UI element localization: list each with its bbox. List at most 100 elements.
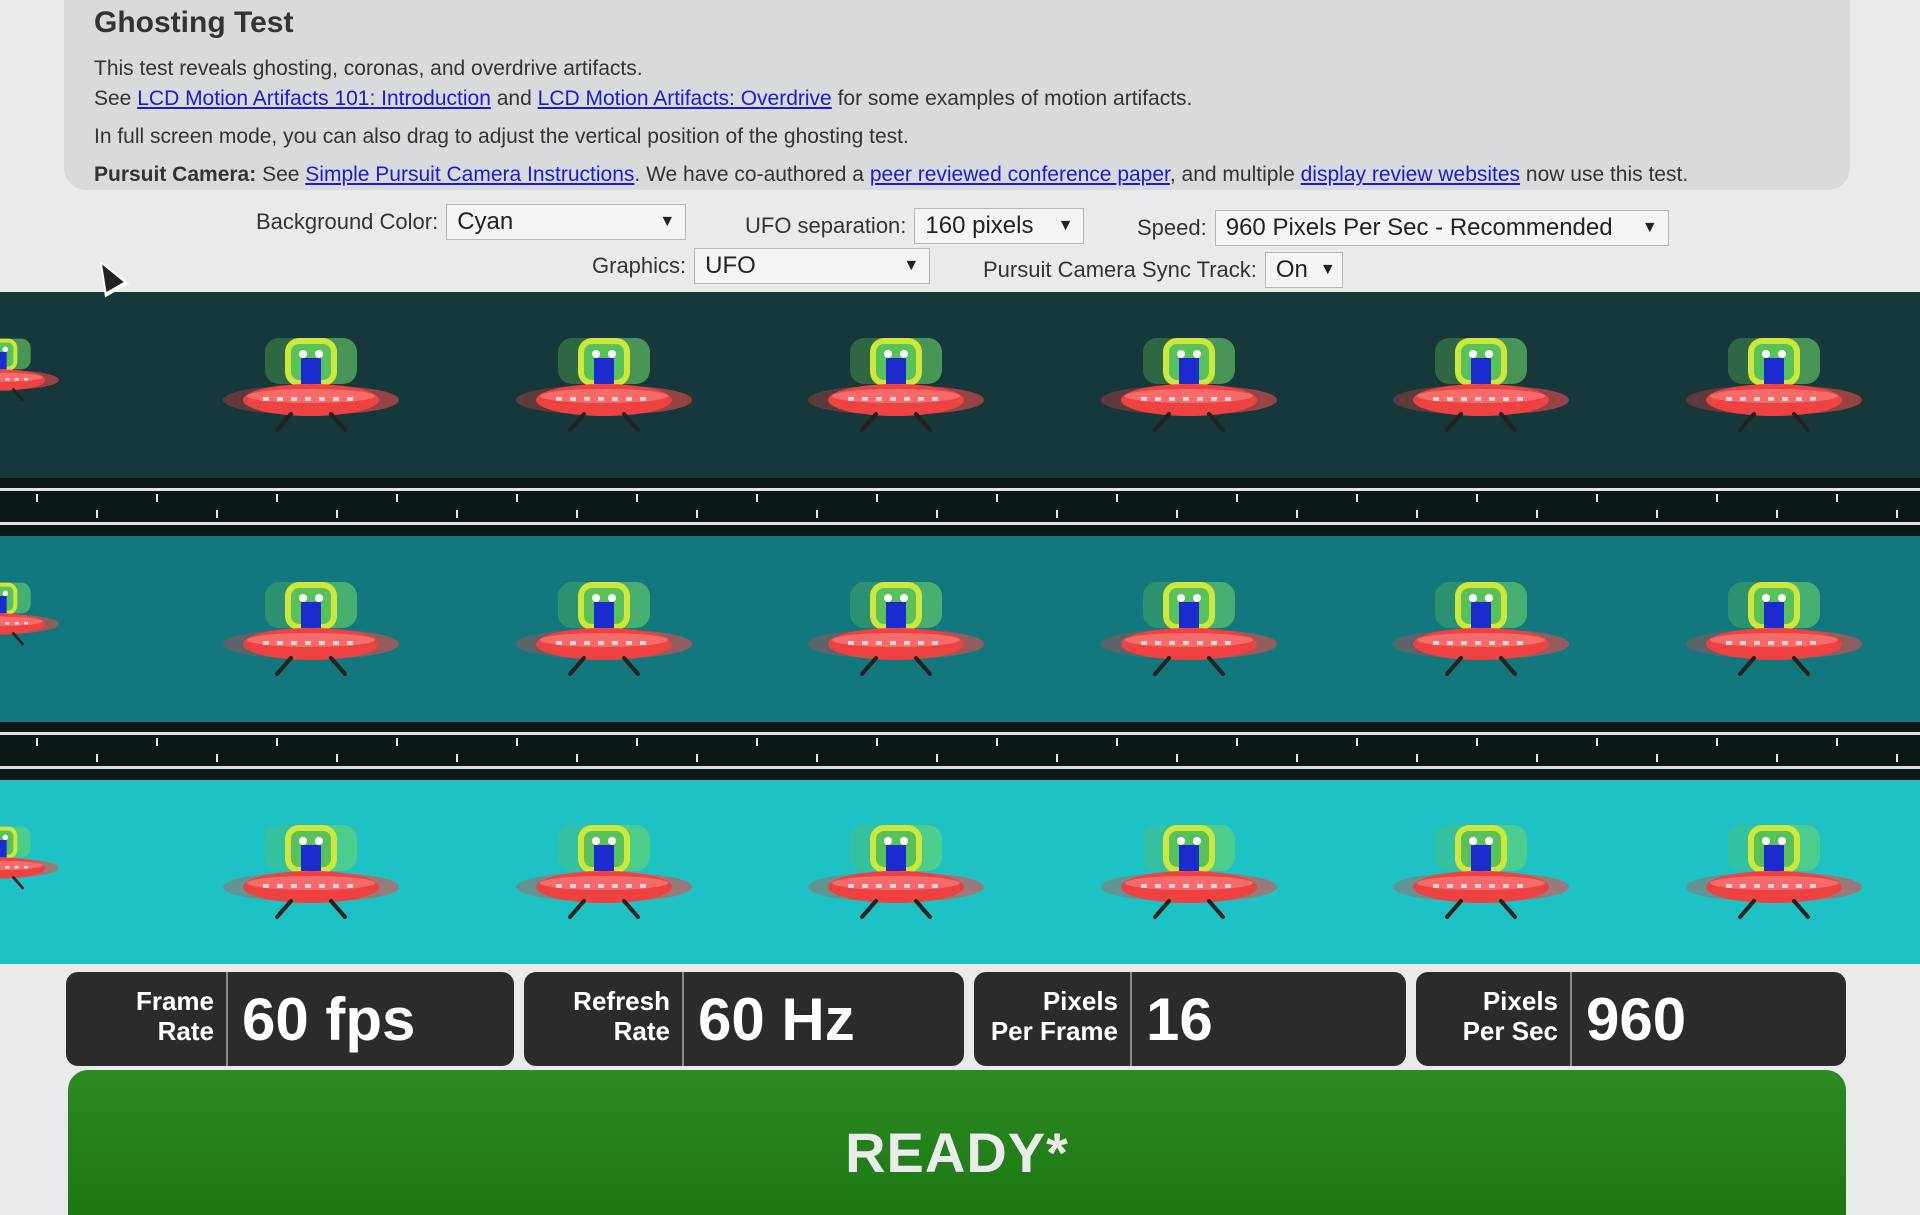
track-tick (1776, 754, 1778, 762)
track-tick (696, 754, 698, 762)
ufo-row (0, 536, 1920, 722)
status-banner: READY* (68, 1070, 1846, 1215)
graphics-select[interactable]: UFO ▼ (694, 248, 931, 284)
ufo-icon (458, 292, 751, 478)
pursuit-sync-track (0, 478, 1920, 536)
pixels-per-frame-value: 16 (1146, 985, 1213, 1053)
ufo-icon (1043, 292, 1336, 478)
track-tick (876, 494, 878, 502)
medium-lane[interactable] (0, 536, 1920, 722)
ufo-icon (1628, 292, 1920, 478)
track-tick (1296, 510, 1298, 518)
ufo-row (0, 292, 1920, 478)
track-tick (36, 738, 38, 746)
track-tick (996, 738, 998, 746)
text-examples-suffix: for some examples of motion artifacts. (837, 87, 1193, 110)
chevron-down-icon: ▼ (1057, 217, 1074, 234)
ufo-icon (165, 780, 458, 964)
link-motion-artifacts-intro[interactable]: LCD Motion Artifacts 101: Introduction (137, 87, 491, 110)
track-tick (876, 738, 878, 746)
track-tick (336, 754, 338, 762)
graphics-label: Graphics: (592, 253, 687, 278)
ufo-icon (750, 780, 1043, 964)
ufo-icon (750, 292, 1043, 478)
text-see: See (94, 87, 132, 110)
track-rail (0, 766, 1920, 769)
link-motion-artifacts-overdrive[interactable]: LCD Motion Artifacts: Overdrive (538, 87, 832, 110)
ufo-separation-select[interactable]: 160 pixels ▼ (914, 208, 1085, 244)
text-coauthored: . We have co-authored a (634, 163, 864, 186)
track-tick (96, 510, 98, 518)
light-lane[interactable] (0, 780, 1920, 964)
pursuit-sync-track (0, 722, 1920, 780)
page-title: Ghosting Test (94, 6, 294, 39)
ufo-icon (1335, 780, 1628, 964)
pursuit-sync-value: On (1275, 256, 1308, 283)
track-tick (936, 754, 938, 762)
speed-control: Speed: 960 Pixels Per Sec - Recommended … (1137, 210, 1669, 246)
track-tick (396, 494, 398, 502)
speed-select[interactable]: 960 Pixels Per Sec - Recommended ▼ (1214, 210, 1669, 246)
ufo-icon (1628, 780, 1920, 964)
ufo-icon (750, 536, 1043, 722)
background-color-label: Background Color: (256, 209, 439, 234)
track-tick (816, 510, 818, 518)
chevron-down-icon: ▼ (1319, 261, 1336, 278)
ufo-icon (458, 536, 751, 722)
stats-bar: Frame Rate 60 fps Refresh Rate 60 Hz Pixel… (66, 972, 1846, 1066)
text-and-multiple: , and multiple (1169, 163, 1295, 186)
track-tick (1776, 510, 1778, 518)
track-tick (1656, 510, 1658, 518)
track-tick (456, 510, 458, 518)
ufo-icon (458, 780, 751, 964)
ufo-separation-control: UFO separation: 160 pixels ▼ (745, 208, 1085, 244)
track-tick (1836, 494, 1838, 502)
pursuit-sync-select[interactable]: On ▼ (1264, 252, 1343, 288)
chevron-down-icon: ▼ (903, 257, 920, 274)
track-tick (1596, 738, 1598, 746)
track-tick (816, 754, 818, 762)
track-tick (516, 738, 518, 746)
track-rail (0, 522, 1920, 525)
track-tick (216, 754, 218, 762)
track-tick (96, 754, 98, 762)
ufo-icon (1335, 536, 1628, 722)
speed-label: Speed: (1137, 215, 1207, 240)
track-tick (1656, 754, 1658, 762)
pixels-per-sec-stat: Pixels Per Sec 960 (1416, 972, 1846, 1066)
track-tick (1716, 494, 1718, 502)
track-tick (36, 494, 38, 502)
link-display-review-websites[interactable]: display review websites (1301, 163, 1520, 186)
ufo-separation-label: UFO separation: (745, 213, 907, 238)
ufo-icon (0, 574, 60, 659)
pursuit-camera-line: Pursuit Camera: See Simple Pursuit Camer… (94, 160, 1820, 190)
track-tick (1896, 754, 1898, 762)
ufo-icon (1628, 536, 1920, 722)
track-tick (636, 494, 638, 502)
track-tick (1116, 494, 1118, 502)
background-color-select[interactable]: Cyan ▼ (446, 204, 687, 240)
frame-rate-stat: Frame Rate 60 fps (66, 972, 514, 1066)
track-tick (1836, 738, 1838, 746)
track-tick (1176, 510, 1178, 518)
ufo-row (0, 780, 1920, 964)
track-tick (276, 738, 278, 746)
track-tick (756, 494, 758, 502)
track-tick (1536, 754, 1538, 762)
dark-lane[interactable] (0, 292, 1920, 478)
track-tick (1236, 494, 1238, 502)
track-tick (1356, 494, 1358, 502)
ufo-icon (165, 292, 458, 478)
ufo-icon (1335, 292, 1628, 478)
track-tick (156, 738, 158, 746)
track-tick (996, 494, 998, 502)
link-pursuit-camera-instructions[interactable]: Simple Pursuit Camera Instructions (305, 163, 634, 186)
pixels-per-sec-value: 960 (1586, 985, 1687, 1053)
graphics-control: Graphics: UFO ▼ (592, 248, 931, 284)
pixels-per-frame-stat: Pixels Per Frame 16 (974, 972, 1406, 1066)
track-tick (1356, 738, 1358, 746)
track-tick (396, 738, 398, 746)
track-rail (0, 488, 1920, 491)
frame-rate-value: 60 fps (242, 985, 416, 1053)
link-conference-paper[interactable]: peer reviewed conference paper (870, 163, 1170, 186)
